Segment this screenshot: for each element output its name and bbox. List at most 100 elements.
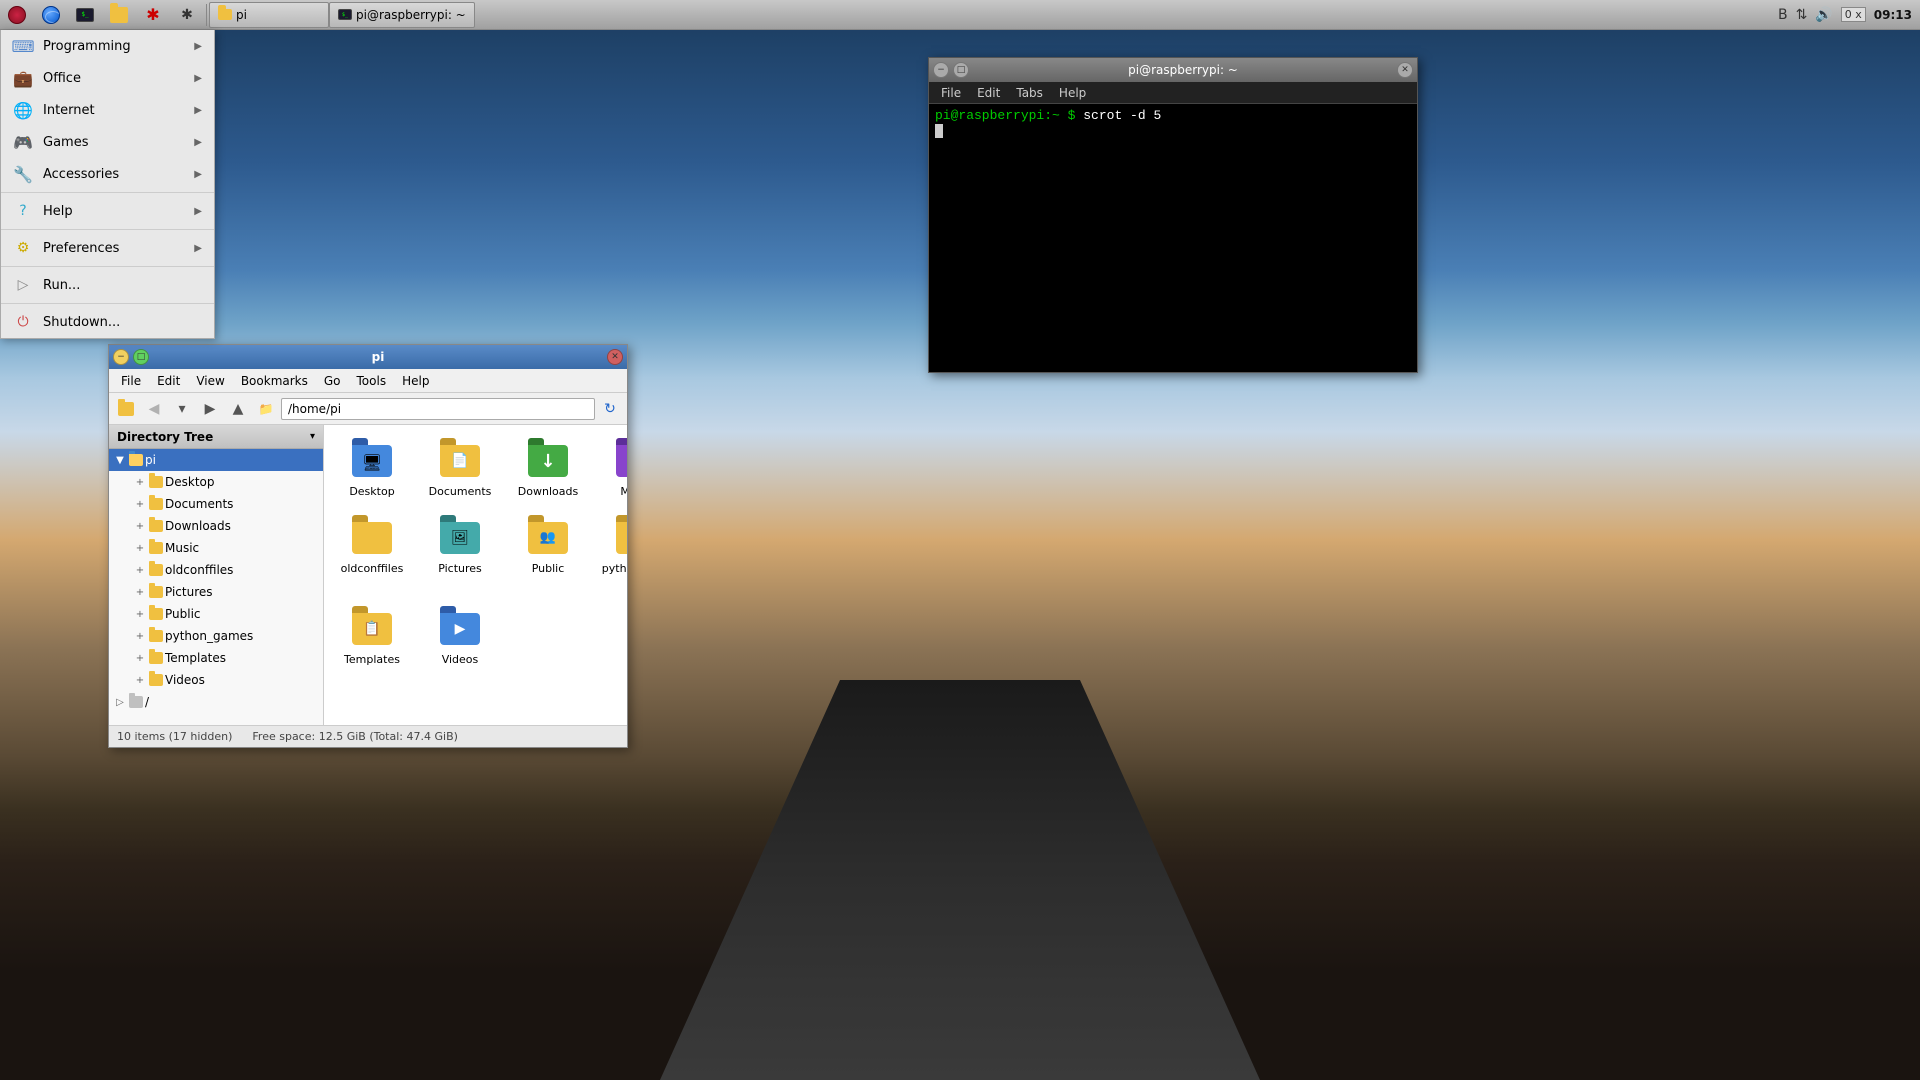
file-manager-toolbar: ◀ ▾ ▶ ▲ 📁 /home/pi ↻ xyxy=(109,393,627,425)
close-button[interactable]: ✕ xyxy=(607,349,623,365)
programming-icon: ⌨ xyxy=(11,37,34,56)
file-manager-window: − □ pi ✕ File Edit View Bookmarks Go Too… xyxy=(108,344,628,748)
folder-pictures xyxy=(440,522,480,554)
terminal-titlebar[interactable]: − □ pi@raspberrypi: ~ ✕ xyxy=(929,58,1417,82)
tree-item-documents[interactable]: + Documents xyxy=(109,493,323,515)
tree-label-oldconf: oldconffiles xyxy=(165,563,233,577)
tree-expand-downloads: + xyxy=(133,519,147,533)
toolbar-up-btn[interactable]: ▲ xyxy=(225,396,251,422)
terminal-menu-tabs[interactable]: Tabs xyxy=(1008,85,1051,101)
file-item-pictures[interactable]: Pictures xyxy=(420,510,500,592)
volume-icon[interactable]: 🔊 xyxy=(1815,7,1832,23)
toolbar-refresh-btn[interactable]: ↻ xyxy=(597,396,623,422)
file-item-documents[interactable]: Documents xyxy=(420,433,500,502)
file-item-downloads[interactable]: Downloads xyxy=(508,433,588,502)
file-item-python-games[interactable]: python_games xyxy=(596,510,627,592)
terminal-menu-file[interactable]: File xyxy=(933,85,969,101)
mute-label[interactable]: 0 x xyxy=(1841,7,1866,22)
tree-item-python-games[interactable]: + python_games xyxy=(109,625,323,647)
menu-file[interactable]: File xyxy=(113,372,149,390)
toolbar-back-btn[interactable]: ◀ xyxy=(141,396,167,422)
raspberry-icon xyxy=(8,6,26,24)
tree-item-downloads[interactable]: + Downloads xyxy=(109,515,323,537)
menu-item-accessories[interactable]: 🔧 Accessories ▶ xyxy=(1,158,214,190)
toolbar-home-btn[interactable] xyxy=(113,396,139,422)
menu-label-internet: Internet xyxy=(43,103,184,118)
tree-item-root[interactable]: ▷ / xyxy=(109,691,323,713)
menu-sep-4 xyxy=(1,303,214,304)
file-item-desktop[interactable]: Desktop xyxy=(332,433,412,502)
bluetooth-icon[interactable]: B xyxy=(1778,7,1788,23)
menu-help[interactable]: Help xyxy=(394,372,437,390)
file-item-public[interactable]: Public xyxy=(508,510,588,592)
terminal-icon: $_ xyxy=(76,8,94,22)
minimize-button[interactable]: − xyxy=(113,349,129,365)
folder-icon-documents xyxy=(149,498,163,510)
menu-item-preferences[interactable]: ⚙ Preferences ▶ xyxy=(1,232,214,264)
taskbar-window-terminal[interactable]: $_ pi@raspberrypi: ~ xyxy=(329,2,475,28)
tree-item-pictures[interactable]: + Pictures xyxy=(109,581,323,603)
menu-tools[interactable]: Tools xyxy=(349,372,395,390)
folder-icon xyxy=(110,7,128,23)
taskbar: $_ ✱ ✱ pi $_ pi@raspberrypi: ~ B ⇅ 🔊 0 x xyxy=(0,0,1920,30)
taskbar-window-pi-folder[interactable]: pi xyxy=(209,2,329,28)
terminal-content[interactable]: pi@raspberrypi:~ $ scrot -d 5 xyxy=(929,104,1417,372)
asterisk-red-btn[interactable]: ✱ xyxy=(136,1,170,29)
terminal-menu-help[interactable]: Help xyxy=(1051,85,1094,101)
tree-item-pi[interactable]: ▼ pi xyxy=(109,449,323,471)
file-item-music[interactable]: Music xyxy=(596,433,627,502)
tree-item-oldconffiles[interactable]: + oldconffiles xyxy=(109,559,323,581)
maximize-button[interactable]: □ xyxy=(133,349,149,365)
taskbar-window-pi-label: pi xyxy=(236,8,247,22)
tree-label-downloads: Downloads xyxy=(165,519,231,533)
menu-item-help[interactable]: ? Help ▶ xyxy=(1,195,214,227)
tree-item-music[interactable]: + Music xyxy=(109,537,323,559)
raspberry-menu-btn[interactable] xyxy=(0,1,34,29)
terminal-launch-btn[interactable]: $_ xyxy=(68,1,102,29)
menu-item-games[interactable]: 🎮 Games ▶ xyxy=(1,126,214,158)
system-tray: B ⇅ 🔊 0 x 09:13 xyxy=(1778,7,1920,23)
file-item-videos[interactable]: Videos xyxy=(420,601,500,670)
file-manager-menubar: File Edit View Bookmarks Go Tools Help xyxy=(109,369,627,393)
file-manager-titlebar[interactable]: − □ pi ✕ xyxy=(109,345,627,369)
menu-bookmarks[interactable]: Bookmarks xyxy=(233,372,316,390)
desktop: $_ ✱ ✱ pi $_ pi@raspberrypi: ~ B ⇅ 🔊 0 x xyxy=(0,0,1920,1080)
menu-item-internet[interactable]: 🌐 Internet ▶ xyxy=(1,94,214,126)
menu-edit[interactable]: Edit xyxy=(149,372,188,390)
file-icon-python xyxy=(612,514,627,562)
globe-btn[interactable] xyxy=(34,1,68,29)
address-bar[interactable]: /home/pi xyxy=(281,398,595,420)
menu-item-programming[interactable]: ⌨ Programming ▶ xyxy=(1,30,214,62)
tree-item-videos[interactable]: + Videos xyxy=(109,669,323,691)
file-item-templates[interactable]: Templates xyxy=(332,601,412,670)
menu-go[interactable]: Go xyxy=(316,372,349,390)
toolbar-dropdown-btn[interactable]: ▾ xyxy=(169,396,195,422)
tree-expand-python: + xyxy=(133,629,147,643)
tree-item-public[interactable]: + Public xyxy=(109,603,323,625)
tree-expand-desktop: + xyxy=(133,475,147,489)
asterisk-dark-btn[interactable]: ✱ xyxy=(170,1,204,29)
folder-icon-music xyxy=(149,542,163,554)
asterisk-red-icon: ✱ xyxy=(144,6,162,24)
tree-item-desktop[interactable]: + Desktop xyxy=(109,471,323,493)
file-item-oldconffiles[interactable]: oldconffiles xyxy=(332,510,412,592)
folder-icon-python xyxy=(149,630,163,642)
terminal-close-btn[interactable]: ✕ xyxy=(1397,62,1413,78)
terminal-menu-edit[interactable]: Edit xyxy=(969,85,1008,101)
menu-item-shutdown[interactable]: ⏻ Shutdown... xyxy=(1,306,214,338)
terminal-maximize-btn[interactable]: □ xyxy=(953,62,969,78)
menu-item-office[interactable]: 💼 Office ▶ xyxy=(1,62,214,94)
menu-view[interactable]: View xyxy=(188,372,232,390)
file-name-pictures: Pictures xyxy=(438,562,482,575)
file-icon-desktop xyxy=(348,437,396,485)
file-icon-templates xyxy=(348,605,396,653)
menu-sep-1 xyxy=(1,192,214,193)
file-manager-btn[interactable] xyxy=(102,1,136,29)
network-icon[interactable]: ⇅ xyxy=(1796,7,1808,23)
sidebar-header[interactable]: Directory Tree ▾ xyxy=(109,425,323,449)
menu-item-run[interactable]: ▷ Run... xyxy=(1,269,214,301)
tree-item-templates[interactable]: + Templates xyxy=(109,647,323,669)
toolbar-path-icon[interactable]: 📁 xyxy=(253,396,279,422)
terminal-minimize-btn[interactable]: − xyxy=(933,62,949,78)
toolbar-forward-btn[interactable]: ▶ xyxy=(197,396,223,422)
